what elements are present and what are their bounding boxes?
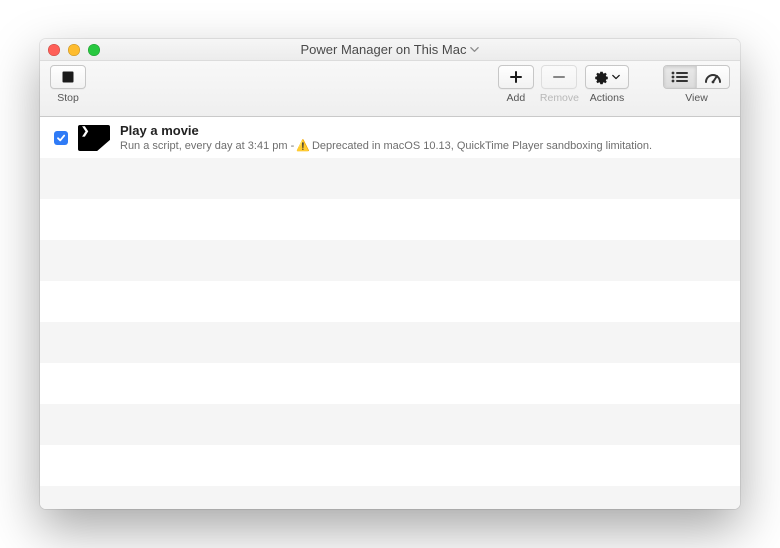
list-icon	[671, 71, 689, 83]
stop-icon	[61, 70, 75, 84]
zoom-button[interactable]	[88, 44, 100, 56]
chevron-down-icon	[612, 73, 620, 81]
event-title: Play a movie	[120, 123, 652, 138]
add-label: Add	[507, 92, 526, 104]
close-button[interactable]	[48, 44, 60, 56]
view-list-button[interactable]	[664, 66, 696, 88]
event-enabled-checkbox[interactable]	[54, 131, 68, 145]
actions-label: Actions	[590, 92, 624, 104]
list-row	[40, 158, 740, 199]
titlebar: Power Manager on This Mac	[40, 39, 740, 61]
app-window: Power Manager on This Mac Stop Add	[40, 39, 740, 509]
view-gauge-button[interactable]	[696, 66, 729, 88]
stop-label: Stop	[57, 92, 79, 104]
warning-icon: ⚠️	[296, 139, 310, 152]
remove-button[interactable]	[541, 65, 577, 89]
add-item: Add	[498, 65, 534, 104]
stop-item: Stop	[50, 65, 86, 104]
view-item: View	[663, 65, 730, 104]
list-row	[40, 486, 740, 509]
list-row	[40, 199, 740, 240]
toolbar: Stop Add Remove	[40, 61, 740, 117]
script-icon	[78, 125, 110, 151]
remove-item: Remove	[540, 65, 579, 104]
window-controls	[48, 44, 100, 56]
event-text: Play a movie Run a script, every day at …	[120, 123, 652, 152]
add-button[interactable]	[498, 65, 534, 89]
list-row	[40, 445, 740, 486]
actions-button[interactable]	[585, 65, 629, 89]
gear-icon	[594, 70, 609, 85]
gauge-icon	[704, 70, 722, 84]
title-selector[interactable]: Power Manager on This Mac	[40, 42, 740, 57]
view-segment	[663, 65, 730, 89]
event-subtitle: Run a script, every day at 3:41 pm - ⚠️ …	[120, 139, 652, 152]
list-row	[40, 322, 740, 363]
list-row	[40, 281, 740, 322]
stop-button[interactable]	[50, 65, 86, 89]
remove-label: Remove	[540, 92, 579, 104]
check-icon	[56, 133, 66, 143]
chevron-down-icon	[470, 45, 479, 54]
list-row	[40, 404, 740, 445]
window-title: Power Manager on This Mac	[301, 42, 467, 57]
event-row[interactable]: Play a movie Run a script, every day at …	[40, 117, 740, 158]
event-warning-text: Deprecated in macOS 10.13, QuickTime Pla…	[312, 140, 652, 152]
minus-icon	[552, 70, 566, 84]
view-label: View	[685, 92, 708, 104]
actions-item: Actions	[585, 65, 629, 104]
list-row	[40, 240, 740, 281]
list-row	[40, 363, 740, 404]
plus-icon	[509, 70, 523, 84]
minimize-button[interactable]	[68, 44, 80, 56]
event-subtitle-prefix: Run a script, every day at 3:41 pm -	[120, 140, 294, 152]
events-list: Play a movie Run a script, every day at …	[40, 117, 740, 509]
